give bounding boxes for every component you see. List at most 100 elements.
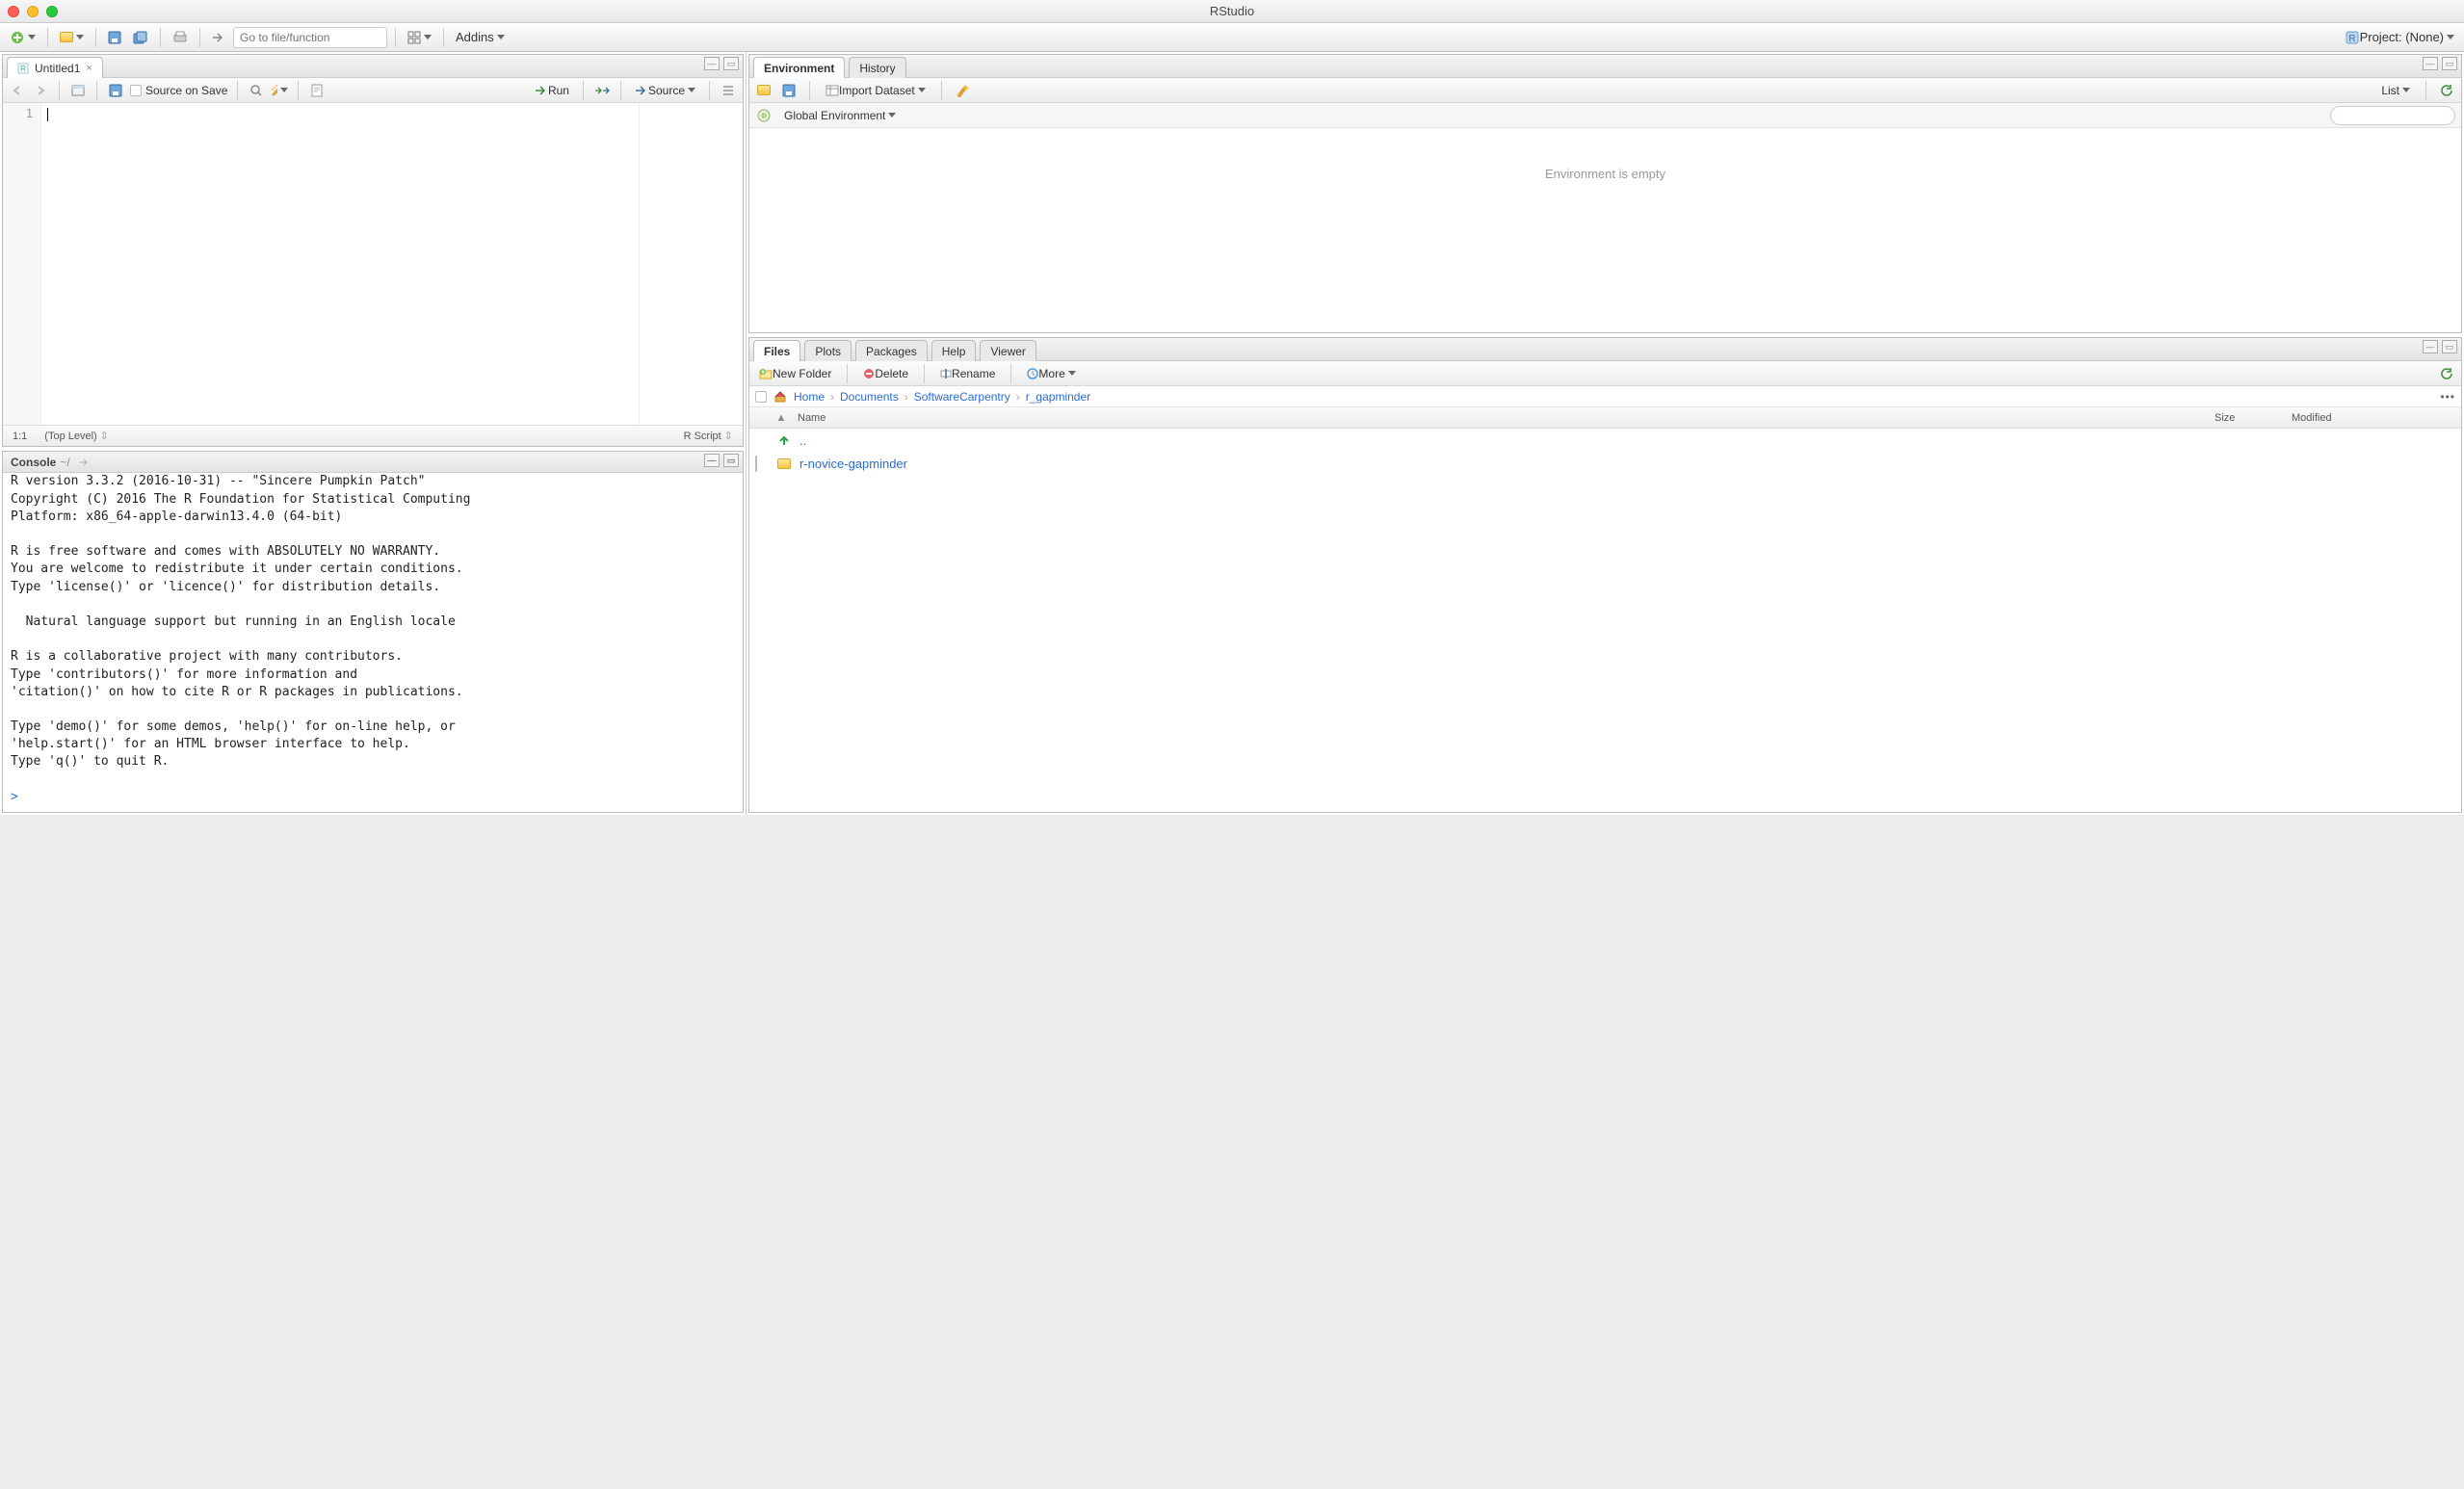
window-title: RStudio	[0, 4, 2464, 18]
tab-viewer[interactable]: Viewer	[980, 340, 1035, 361]
svg-text:R: R	[20, 65, 26, 73]
console-prompt: >	[11, 790, 18, 804]
source-editor[interactable]: 1	[3, 103, 743, 425]
svg-text:R: R	[2348, 34, 2355, 44]
main-toolbar: Addins R Project: (None)	[0, 23, 2464, 52]
project-menu[interactable]: R Project: (None)	[2341, 27, 2458, 48]
source-on-save-checkbox[interactable]: Source on Save	[130, 84, 227, 97]
go-up-icon	[776, 432, 792, 448]
folder-icon	[776, 456, 792, 471]
new-file-button[interactable]	[6, 27, 39, 48]
files-toolbar: New Folder Delete Rename More	[749, 361, 2461, 386]
rename-button[interactable]: Rename	[936, 363, 999, 384]
delete-button[interactable]: Delete	[859, 363, 912, 384]
goto-file-input[interactable]	[233, 27, 387, 48]
file-name[interactable]: r-novice-gapminder	[799, 457, 907, 471]
close-tab-button[interactable]: ×	[86, 63, 92, 74]
grid-view-button[interactable]	[404, 27, 435, 48]
file-type-selector[interactable]: R Script ⇕	[684, 430, 733, 442]
file-row-folder[interactable]: r-novice-gapminder	[749, 452, 2461, 475]
code-tools-button[interactable]	[271, 82, 288, 99]
save-button[interactable]	[104, 27, 125, 48]
titlebar: RStudio	[0, 0, 2464, 23]
tab-environment[interactable]: Environment	[753, 57, 845, 78]
project-label: Project: (None)	[2360, 30, 2444, 44]
files-header: ▲ Name Size Modified	[749, 407, 2461, 429]
scope-selector[interactable]: (Top Level) ⇕	[44, 430, 109, 442]
maximize-pane-button[interactable]: ▭	[723, 57, 739, 70]
rfile-icon: R	[17, 63, 29, 74]
maximize-env-button[interactable]: ▭	[2442, 57, 2457, 70]
env-view-mode[interactable]: List	[2377, 80, 2414, 101]
source-toolbar: Source on Save Run Source	[3, 78, 743, 103]
tab-history[interactable]: History	[849, 57, 905, 78]
tab-packages[interactable]: Packages	[855, 340, 928, 361]
files-breadcrumbs: Home › Documents › SoftwareCarpentry › r…	[749, 386, 2461, 407]
outline-button[interactable]	[720, 82, 737, 99]
breadcrumb-softwarecarpentry[interactable]: SoftwareCarpentry	[914, 390, 1010, 404]
console-popout-icon[interactable]	[76, 454, 93, 471]
col-modified[interactable]: Modified	[2292, 412, 2455, 424]
window-minimize-button[interactable]	[27, 6, 39, 17]
col-size[interactable]: Size	[2215, 412, 2292, 424]
back-button[interactable]	[9, 82, 26, 99]
files-tabbar: Files Plots Packages Help Viewer — ▭	[749, 338, 2461, 361]
window-zoom-button[interactable]	[46, 6, 58, 17]
col-name[interactable]: Name	[794, 412, 2215, 424]
rerun-button[interactable]	[593, 82, 611, 99]
minimize-files-button[interactable]: —	[2423, 340, 2438, 353]
open-file-button[interactable]	[56, 27, 88, 48]
minimize-console-button[interactable]: —	[704, 454, 720, 467]
file-list: .. r-novice-gapminder	[749, 429, 2461, 812]
home-icon[interactable]	[773, 389, 788, 405]
save-workspace-button[interactable]	[780, 82, 798, 99]
addins-menu[interactable]: Addins	[452, 27, 509, 48]
breadcrumb-home[interactable]: Home	[794, 390, 825, 404]
env-search-input[interactable]	[2330, 106, 2455, 125]
addins-label: Addins	[456, 30, 494, 44]
compile-report-button[interactable]	[308, 82, 326, 99]
tab-help[interactable]: Help	[931, 340, 977, 361]
save-all-button[interactable]	[129, 27, 152, 48]
save-source-button[interactable]	[107, 82, 124, 99]
source-tabbar: R Untitled1 × — ▭	[3, 55, 743, 78]
source-button[interactable]: Source	[631, 80, 699, 101]
print-button[interactable]	[169, 27, 192, 48]
row-checkbox[interactable]	[755, 456, 757, 472]
maximize-files-button[interactable]: ▭	[2442, 340, 2457, 353]
minimize-pane-button[interactable]: —	[704, 57, 720, 70]
project-icon: R	[2345, 30, 2360, 45]
run-button[interactable]: Run	[531, 80, 573, 101]
goto-arrow-icon	[208, 27, 229, 48]
env-scope-bar: Global Environment 🔍	[749, 103, 2461, 128]
refresh-env-button[interactable]	[2438, 82, 2455, 99]
breadcrumb-rgapminder[interactable]: r_gapminder	[1026, 390, 1090, 404]
show-in-new-window-button[interactable]	[69, 82, 87, 99]
maximize-console-button[interactable]: ▭	[723, 454, 739, 467]
select-all-checkbox[interactable]	[755, 391, 767, 403]
find-button[interactable]	[248, 82, 265, 99]
path-more-button[interactable]: •••	[2440, 390, 2455, 404]
more-button[interactable]: More	[1023, 363, 1079, 384]
load-workspace-button[interactable]	[755, 82, 773, 99]
new-folder-button[interactable]: New Folder	[755, 363, 835, 384]
refresh-files-button[interactable]	[2438, 365, 2455, 382]
console-title: Console	[11, 456, 56, 469]
import-dataset-button[interactable]: Import Dataset	[822, 80, 930, 101]
console-header: Console ~/ — ▭	[3, 452, 743, 473]
file-row-up[interactable]: ..	[749, 429, 2461, 452]
env-empty-message: Environment is empty	[749, 128, 2461, 332]
source-tab-title: Untitled1	[35, 62, 80, 75]
tab-files[interactable]: Files	[753, 340, 800, 361]
window-close-button[interactable]	[8, 6, 19, 17]
source-tab-untitled1[interactable]: R Untitled1 ×	[7, 57, 103, 78]
forward-button[interactable]	[32, 82, 49, 99]
console-path: ~/	[60, 456, 69, 469]
cursor-position: 1:1	[13, 431, 27, 442]
console-output[interactable]: R version 3.3.2 (2016-10-31) -- "Sincere…	[3, 473, 743, 812]
minimize-env-button[interactable]: —	[2423, 57, 2438, 70]
breadcrumb-documents[interactable]: Documents	[840, 390, 899, 404]
env-scope-selector[interactable]: Global Environment	[780, 105, 900, 126]
clear-workspace-button[interactable]	[954, 82, 971, 99]
tab-plots[interactable]: Plots	[804, 340, 852, 361]
